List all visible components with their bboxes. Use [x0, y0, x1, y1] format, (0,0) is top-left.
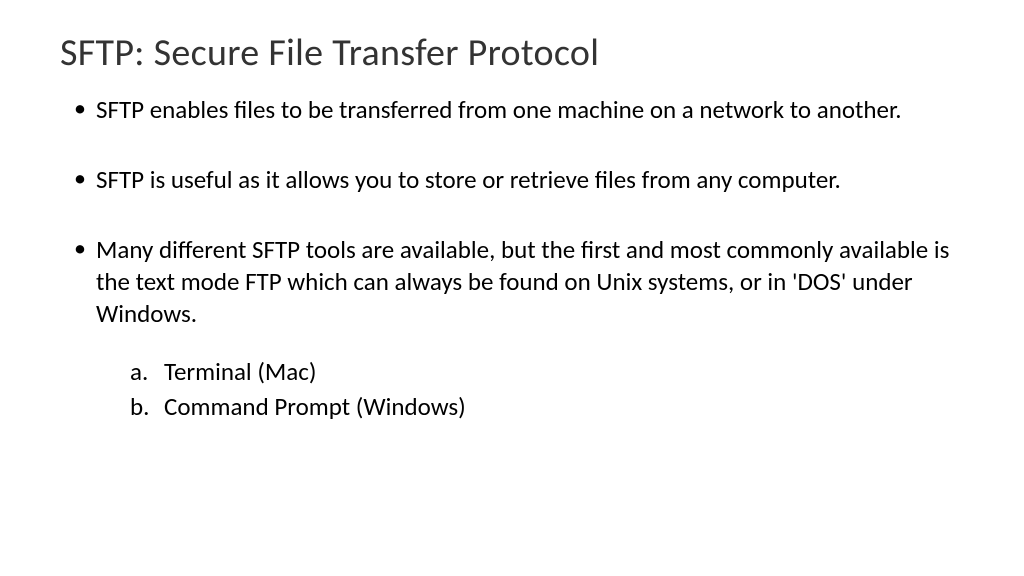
- list-item: SFTP is useful as it allows you to store…: [68, 164, 964, 196]
- list-item: Terminal (Mac): [130, 354, 964, 389]
- list-item: Command Prompt (Windows): [130, 389, 964, 424]
- list-item: SFTP enables files to be transferred fro…: [68, 94, 964, 126]
- list-item: Many different SFTP tools are available,…: [68, 234, 964, 330]
- main-bullet-list: SFTP enables files to be transferred fro…: [68, 94, 964, 330]
- slide-title: SFTP: Secure File Transfer Protocol: [60, 30, 964, 76]
- sub-ordered-list: Terminal (Mac) Command Prompt (Windows): [68, 354, 964, 424]
- slide-content: SFTP enables files to be transferred fro…: [60, 94, 964, 424]
